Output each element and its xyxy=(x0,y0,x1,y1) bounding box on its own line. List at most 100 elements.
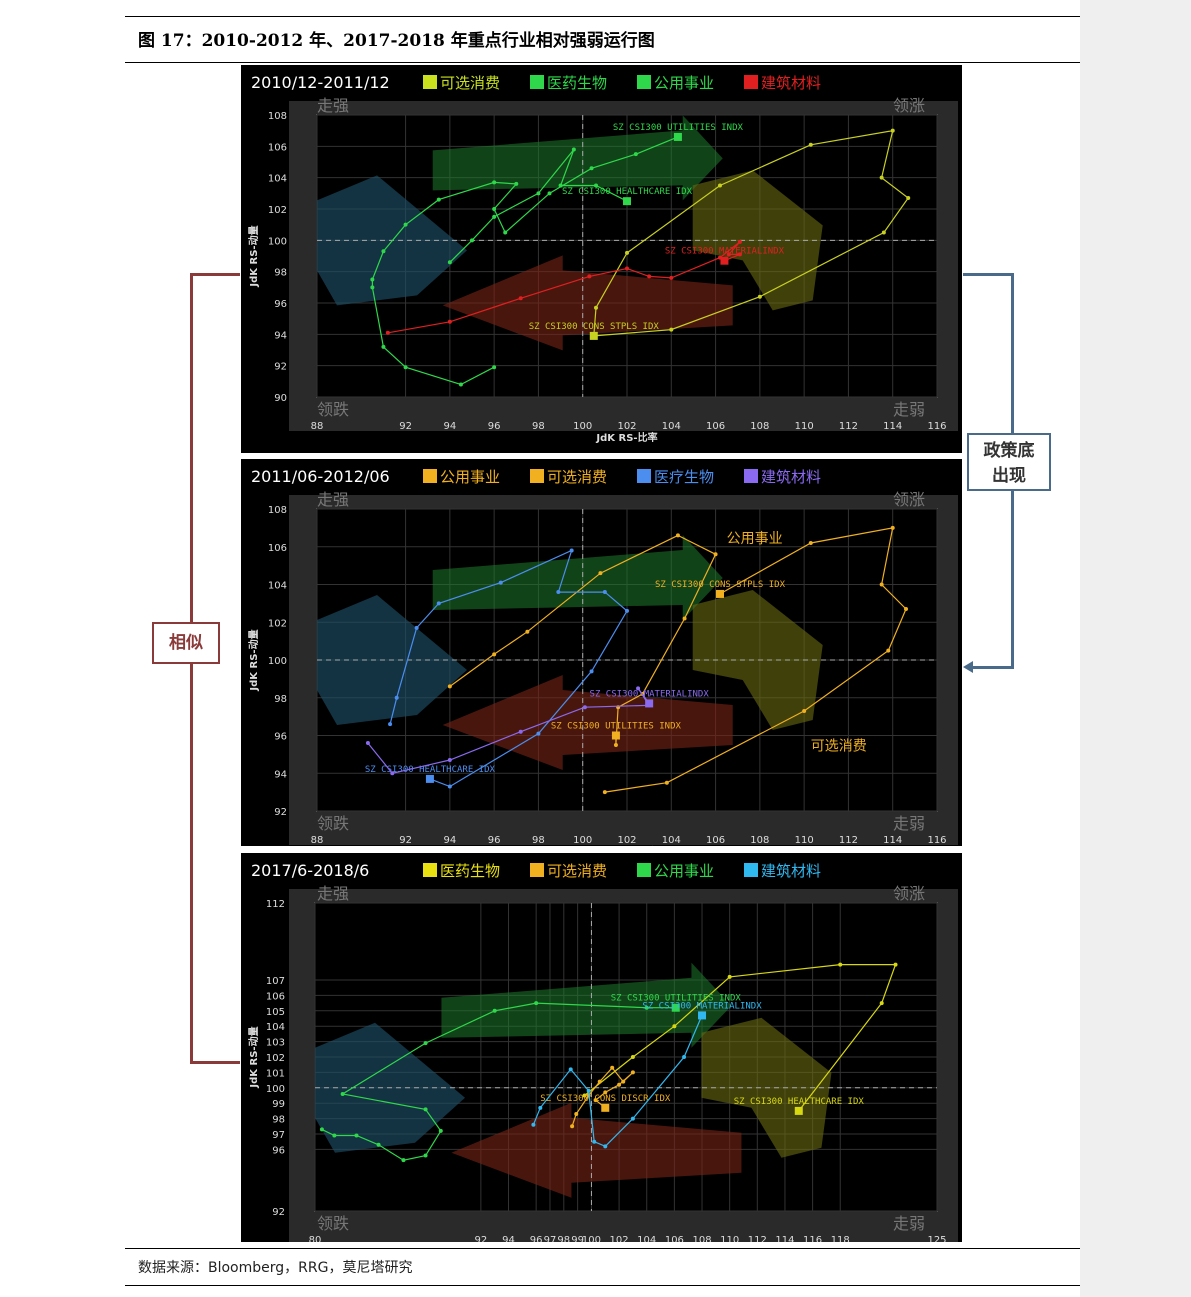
chart-period-label: 2011/06-2012/06 xyxy=(251,467,390,486)
x-tick-label: 114 xyxy=(883,421,902,432)
quadrant-label-tl: 走强 xyxy=(317,490,349,509)
series-point xyxy=(492,207,497,211)
series-label: SZ CSI300 HEALTHCARE IDX xyxy=(562,187,693,197)
y-tick-label: 104 xyxy=(268,174,287,185)
series-point xyxy=(647,274,652,279)
series-point xyxy=(447,319,452,324)
legend-swatch xyxy=(637,75,651,89)
y-tick-label: 103 xyxy=(266,1038,285,1049)
y-tick-label: 98 xyxy=(274,694,287,705)
x-tick-label: 88 xyxy=(311,421,324,432)
chart-period-label: 2017/6-2018/6 xyxy=(251,861,369,880)
series-point xyxy=(447,260,452,265)
x-tick-label: 102 xyxy=(610,1235,629,1242)
series-point xyxy=(470,238,474,243)
series-point xyxy=(538,1105,543,1110)
chart-annotation: 公用事业 xyxy=(727,531,783,547)
x-tick-label: 114 xyxy=(883,835,902,846)
x-tick-label: 112 xyxy=(748,1235,767,1242)
series-point xyxy=(630,1070,635,1075)
series-point xyxy=(514,181,519,186)
series-endpoint xyxy=(720,256,729,265)
series-point xyxy=(664,780,669,785)
series-endpoint xyxy=(623,197,631,206)
legend-label: 建筑材料 xyxy=(761,74,821,92)
series-point xyxy=(423,1107,428,1112)
series-endpoint xyxy=(698,1011,707,1020)
y-tick-label: 108 xyxy=(268,505,287,516)
quadrant-label-bl: 领跌 xyxy=(317,400,349,419)
series-point xyxy=(808,540,813,545)
series-point xyxy=(586,1088,591,1093)
title-rule xyxy=(125,62,1080,63)
legend-swatch xyxy=(423,75,437,89)
x-tick-label: 106 xyxy=(706,421,725,432)
y-tick-label: 96 xyxy=(274,732,287,743)
series-point xyxy=(881,230,886,235)
series-point xyxy=(582,705,587,710)
series-point xyxy=(625,608,629,613)
series-point xyxy=(518,296,523,301)
right-bracket-label-line1: 政策底 xyxy=(983,441,1035,461)
series-point xyxy=(598,571,603,576)
series-point xyxy=(879,1001,884,1006)
series-point xyxy=(447,684,452,689)
x-tick-label: 92 xyxy=(399,421,412,432)
series-point xyxy=(492,365,497,370)
quadrant-label-tr: 领涨 xyxy=(893,884,925,903)
legend-label: 公用事业 xyxy=(654,862,714,880)
series-point xyxy=(879,582,884,587)
series-label: SZ CSI300 MATERIALINDX xyxy=(642,1001,762,1011)
series-point xyxy=(757,294,762,299)
legend-label: 建筑材料 xyxy=(761,468,821,486)
series-point xyxy=(592,1139,597,1144)
y-tick-label: 100 xyxy=(266,1084,285,1095)
series-point xyxy=(633,152,638,157)
right-bracket-arrowhead xyxy=(963,661,973,673)
series-point xyxy=(838,962,843,967)
y-axis-title: JdK RS-动量 xyxy=(247,629,260,691)
series-point xyxy=(319,1127,324,1132)
series-point xyxy=(340,1091,345,1096)
y-tick-label: 102 xyxy=(266,1053,285,1064)
x-tick-label: 118 xyxy=(831,1235,850,1242)
legend-label: 可选消费 xyxy=(547,468,607,486)
series-point xyxy=(802,708,807,713)
y-tick-label: 100 xyxy=(268,656,287,667)
legend-swatch xyxy=(744,863,758,877)
x-tick-label: 108 xyxy=(750,421,769,432)
series-point xyxy=(571,147,576,152)
series-point xyxy=(436,197,441,202)
panel-2010-2011: 走强 领涨 领跌 走弱 88 92 94 96 98 100 102 104 106 108 110 112 1… xyxy=(241,65,962,453)
y-tick-label: 94 xyxy=(274,330,287,341)
series-point xyxy=(574,1111,579,1116)
source-top-rule xyxy=(125,1248,1080,1249)
series-point xyxy=(718,183,722,188)
series-point xyxy=(458,382,463,387)
series-point xyxy=(438,1128,443,1133)
series-point xyxy=(890,525,895,530)
series-point xyxy=(556,590,561,595)
y-tick-label: 106 xyxy=(266,991,285,1002)
quadrant-label-bl: 领跌 xyxy=(317,814,349,833)
series-point xyxy=(381,344,386,349)
series-point xyxy=(503,230,508,235)
x-tick-label: 110 xyxy=(795,421,814,432)
series-point xyxy=(669,275,674,280)
quadrant-label-br: 走弱 xyxy=(893,400,925,419)
y-tick-label: 92 xyxy=(274,362,287,373)
series-point xyxy=(332,1133,337,1138)
left-bracket-vertical xyxy=(190,273,193,1064)
legend-swatch xyxy=(744,469,758,483)
series-point xyxy=(727,974,732,979)
rrg-chart-2017-2018: 走强 领涨领跌 走弱80 92 94 96 97 98 99100 102 104 106 108 110… xyxy=(247,861,958,1242)
series-point xyxy=(536,191,541,196)
x-tick-label: 98 xyxy=(557,1235,570,1242)
series-point xyxy=(570,1124,575,1129)
x-tick-label: 88 xyxy=(311,835,324,846)
series-endpoint xyxy=(794,1106,803,1115)
series-point xyxy=(531,1122,536,1127)
series-endpoint xyxy=(645,699,654,708)
legend-swatch xyxy=(423,469,437,483)
series-endpoint xyxy=(673,132,682,141)
